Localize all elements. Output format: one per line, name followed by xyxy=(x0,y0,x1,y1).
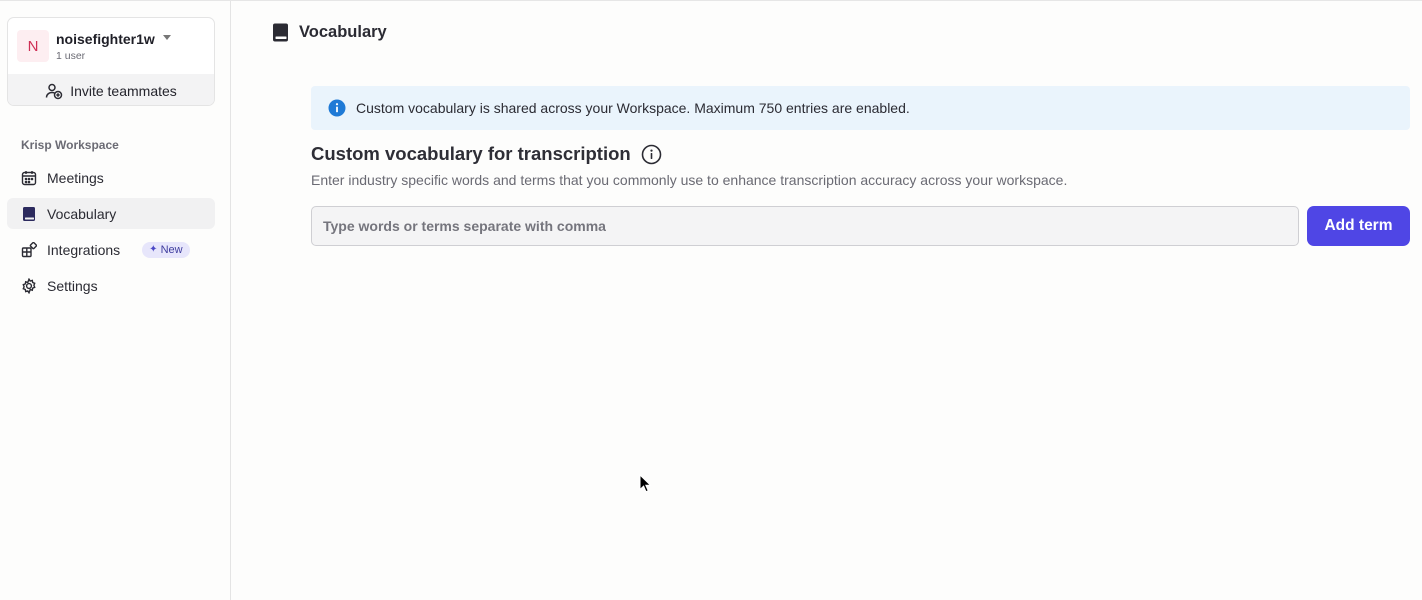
info-icon xyxy=(328,99,346,117)
info-outline-icon[interactable] xyxy=(641,144,662,165)
sidebar-item-label: Meetings xyxy=(47,169,104,186)
sidebar-item-meetings[interactable]: Meetings xyxy=(7,162,215,193)
invite-teammates-button[interactable]: Invite teammates xyxy=(8,74,214,105)
new-badge: ✦ New xyxy=(142,241,190,258)
workspace-card: N noisefighter1w 1 user Invite teammates xyxy=(7,17,215,106)
workspace-switcher[interactable]: N noisefighter1w 1 user xyxy=(8,18,214,74)
page-title: Vocabulary xyxy=(299,23,387,41)
sidebar-item-settings[interactable]: Settings xyxy=(7,270,215,301)
sidebar-item-vocabulary[interactable]: Vocabulary xyxy=(7,198,215,229)
sidebar: N noisefighter1w 1 user Invite teammates… xyxy=(0,1,231,600)
caret-down-icon xyxy=(163,35,171,40)
invite-teammates-label: Invite teammates xyxy=(70,82,177,99)
sidebar-section-label: Krisp Workspace xyxy=(21,138,119,152)
add-term-button[interactable]: Add term xyxy=(1307,206,1410,246)
app-window: N noisefighter1w 1 user Invite teammates… xyxy=(0,0,1422,600)
page-header: Vocabulary xyxy=(272,23,387,42)
sidebar-item-label: Vocabulary xyxy=(47,205,117,222)
section-description: Enter industry specific words and terms … xyxy=(311,172,1068,188)
vocabulary-section-header: Custom vocabulary for transcription xyxy=(311,143,662,165)
sidebar-item-label: Settings xyxy=(47,277,98,294)
info-banner-text: Custom vocabulary is shared across your … xyxy=(356,100,910,116)
book-icon xyxy=(20,205,37,222)
book-icon xyxy=(272,23,289,42)
gear-icon xyxy=(20,277,37,294)
sparkle-icon: ✦ xyxy=(149,244,158,255)
workspace-avatar: N xyxy=(17,30,49,62)
mouse-pointer-icon xyxy=(639,473,652,498)
puzzle-icon xyxy=(20,241,37,258)
add-user-icon xyxy=(45,82,70,100)
section-title: Custom vocabulary for transcription xyxy=(311,143,631,164)
sidebar-item-label: Integrations xyxy=(47,241,121,258)
sidebar-item-integrations[interactable]: Integrations ✦ New xyxy=(7,234,215,265)
workspace-user-count: 1 user xyxy=(56,50,86,62)
info-banner: Custom vocabulary is shared across your … xyxy=(311,86,1410,130)
workspace-name: noisefighter1w xyxy=(56,31,155,47)
vocabulary-term-input[interactable] xyxy=(311,206,1299,246)
calendar-icon xyxy=(20,169,37,186)
new-badge-label: New xyxy=(160,243,183,256)
